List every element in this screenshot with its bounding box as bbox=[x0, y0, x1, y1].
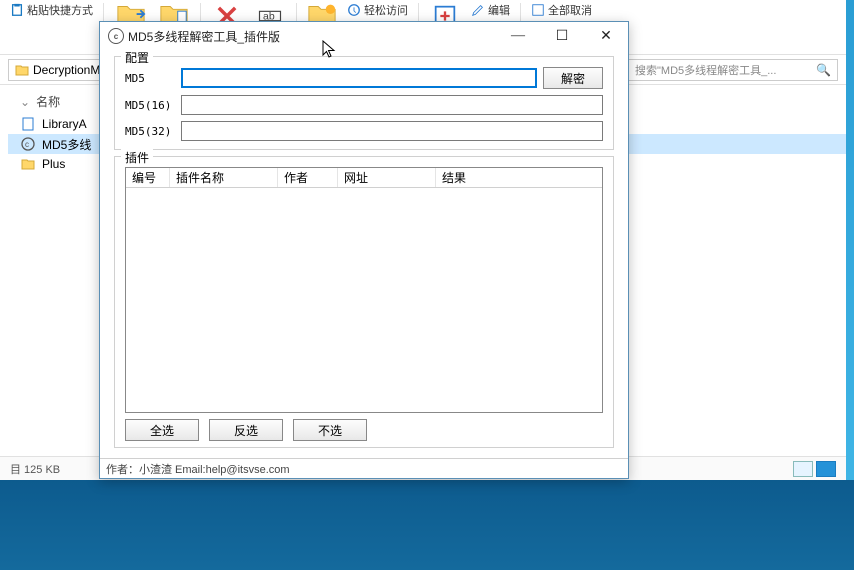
select-none-button[interactable]: 全部取消 bbox=[527, 0, 596, 20]
desktop-side bbox=[846, 0, 854, 480]
decrypt-button[interactable]: 解密 bbox=[543, 67, 603, 89]
folder-icon bbox=[20, 156, 36, 172]
desktop-background bbox=[0, 480, 854, 570]
md5-label: MD5 bbox=[125, 72, 175, 85]
maximize-button[interactable]: ☐ bbox=[540, 22, 584, 50]
view-buttons bbox=[793, 461, 836, 477]
view-details-button[interactable] bbox=[793, 461, 813, 477]
edit-icon bbox=[471, 3, 485, 17]
window-controls: — ☐ ✕ bbox=[496, 22, 628, 50]
dialog-body: 配置 MD5 解密 MD5(16) MD5(32) 插件 编号 插件名称 bbox=[100, 50, 628, 458]
app-icon: c bbox=[20, 136, 36, 152]
column-name-header[interactable]: 名称 bbox=[36, 93, 60, 110]
app-icon: c bbox=[108, 28, 124, 44]
edit-button[interactable]: 编辑 bbox=[467, 0, 514, 20]
search-box[interactable]: 搜索"MD5多线程解密工具_... 🔍 bbox=[628, 59, 838, 81]
md5-16-input[interactable] bbox=[181, 95, 603, 115]
easy-access-label: 轻松访问 bbox=[364, 2, 408, 18]
close-button[interactable]: ✕ bbox=[584, 22, 628, 50]
select-none-label: 全部取消 bbox=[548, 2, 592, 18]
paste-shortcut-button[interactable]: 粘贴快捷方式 bbox=[6, 0, 97, 20]
md5-input[interactable] bbox=[181, 68, 537, 88]
minimize-button[interactable]: — bbox=[496, 22, 540, 50]
config-group-title: 配置 bbox=[121, 49, 153, 66]
edit-label: 编辑 bbox=[488, 2, 510, 18]
col-index[interactable]: 编号 bbox=[126, 168, 170, 187]
col-url[interactable]: 网址 bbox=[338, 168, 436, 187]
file-name: MD5多线 bbox=[42, 136, 91, 153]
easy-access-button[interactable]: 轻松访问 bbox=[343, 0, 412, 20]
plugin-group-title: 插件 bbox=[121, 149, 153, 166]
search-placeholder: 搜索"MD5多线程解密工具_... bbox=[635, 62, 776, 78]
md5-32-input[interactable] bbox=[181, 121, 603, 141]
config-group: 配置 MD5 解密 MD5(16) MD5(32) bbox=[114, 56, 614, 150]
tree-pane bbox=[0, 85, 8, 455]
select-none-icon bbox=[531, 3, 545, 17]
title-bar[interactable]: c MD5多线程解密工具_插件版 — ☐ ✕ bbox=[100, 22, 628, 50]
paste-icon bbox=[10, 3, 24, 17]
search-icon: 🔍 bbox=[816, 63, 831, 77]
dialog-status-bar: 作者：小渣渣 Email:help@itsvse.com bbox=[100, 458, 628, 478]
md5-16-label: MD5(16) bbox=[125, 99, 175, 112]
svg-text:c: c bbox=[25, 140, 29, 149]
paste-shortcut-label: 粘贴快捷方式 bbox=[27, 2, 93, 18]
invert-selection-button[interactable]: 反选 bbox=[209, 419, 283, 441]
tree-chevron-icon[interactable]: ⌄ bbox=[20, 95, 30, 109]
select-none-button[interactable]: 不选 bbox=[293, 419, 367, 441]
folder-icon bbox=[15, 63, 29, 77]
col-author[interactable]: 作者 bbox=[278, 168, 338, 187]
plugin-group: 插件 编号 插件名称 作者 网址 结果 全选 反选 不选 bbox=[114, 156, 614, 448]
file-name: LibraryA bbox=[42, 117, 87, 131]
select-all-button[interactable]: 全选 bbox=[125, 419, 199, 441]
status-text: 目 125 KB bbox=[10, 461, 60, 477]
col-result[interactable]: 结果 bbox=[436, 168, 586, 187]
view-icons-button[interactable] bbox=[816, 461, 836, 477]
plugin-list[interactable]: 编号 插件名称 作者 网址 结果 bbox=[125, 167, 603, 413]
author-text: 作者：小渣渣 Email:help@itsvse.com bbox=[106, 461, 290, 477]
easy-access-icon bbox=[347, 3, 361, 17]
md5-32-label: MD5(32) bbox=[125, 125, 175, 138]
dialog-window: c MD5多线程解密工具_插件版 — ☐ ✕ 配置 MD5 解密 MD5(16)… bbox=[99, 21, 629, 479]
file-icon bbox=[20, 116, 36, 132]
col-plugin-name[interactable]: 插件名称 bbox=[170, 168, 278, 187]
window-title: MD5多线程解密工具_插件版 bbox=[128, 28, 496, 45]
selection-buttons: 全选 反选 不选 bbox=[125, 419, 603, 441]
list-header: 编号 插件名称 作者 网址 结果 bbox=[126, 168, 602, 188]
file-name: Plus bbox=[42, 157, 65, 171]
